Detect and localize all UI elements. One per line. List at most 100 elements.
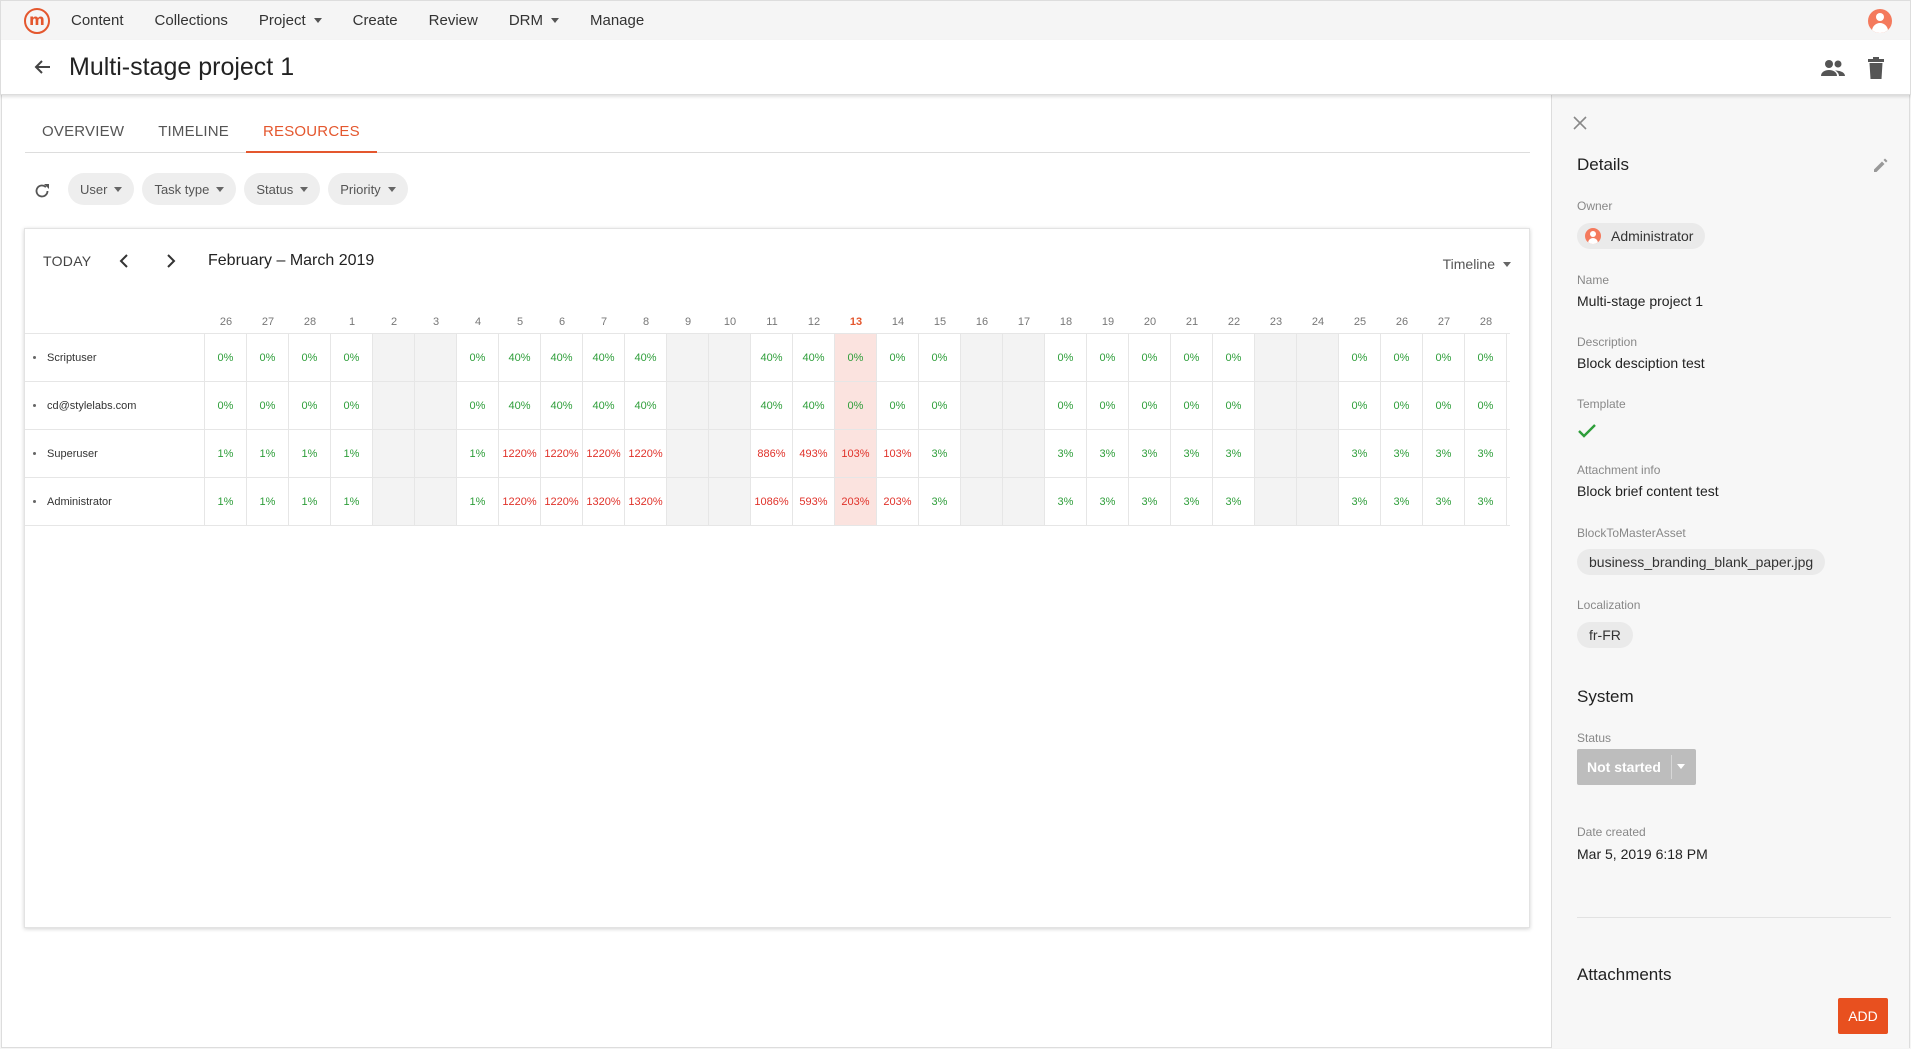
- utilization-cell[interactable]: 0%: [1213, 334, 1255, 381]
- utilization-cell[interactable]: 0%: [835, 382, 877, 429]
- utilization-cell[interactable]: 1%: [457, 478, 499, 525]
- utilization-cell[interactable]: [415, 382, 457, 429]
- utilization-cell[interactable]: 3%: [1171, 478, 1213, 525]
- utilization-cell[interactable]: 0%: [1213, 382, 1255, 429]
- utilization-cell[interactable]: [961, 430, 1003, 477]
- utilization-cell[interactable]: 0%: [457, 334, 499, 381]
- utilization-cell[interactable]: 0%: [457, 382, 499, 429]
- utilization-cell[interactable]: 0%: [289, 334, 331, 381]
- utilization-cell[interactable]: 0%: [877, 334, 919, 381]
- utilization-cell[interactable]: 3%: [1129, 478, 1171, 525]
- filter-task-type[interactable]: Task type: [142, 173, 237, 205]
- utilization-cell[interactable]: [667, 430, 709, 477]
- utilization-cell[interactable]: 103%: [835, 430, 877, 477]
- utilization-cell[interactable]: 0%: [919, 334, 961, 381]
- utilization-cell[interactable]: 3%: [1087, 430, 1129, 477]
- utilization-cell[interactable]: 203%: [877, 478, 919, 525]
- utilization-cell[interactable]: 3%: [1423, 478, 1465, 525]
- nav-item-content[interactable]: Content: [71, 12, 124, 29]
- utilization-cell[interactable]: 3%: [1171, 430, 1213, 477]
- trash-icon[interactable]: [1866, 56, 1886, 80]
- utilization-cell[interactable]: 3%: [1381, 478, 1423, 525]
- utilization-cell[interactable]: 40%: [583, 334, 625, 381]
- close-icon[interactable]: [1572, 115, 1588, 131]
- utilization-cell[interactable]: [1297, 382, 1339, 429]
- block-asset-chip[interactable]: business_branding_blank_paper.jpg: [1577, 549, 1826, 575]
- utilization-cell[interactable]: [1255, 430, 1297, 477]
- utilization-cell[interactable]: [667, 334, 709, 381]
- today-button[interactable]: TODAY: [43, 253, 91, 269]
- chevron-right-icon[interactable]: [161, 251, 181, 271]
- utilization-cell[interactable]: [415, 430, 457, 477]
- utilization-cell[interactable]: 0%: [289, 382, 331, 429]
- utilization-cell[interactable]: 0%: [1129, 382, 1171, 429]
- utilization-cell[interactable]: 3%: [1465, 478, 1507, 525]
- back-arrow-icon[interactable]: [31, 55, 55, 79]
- utilization-cell[interactable]: [415, 334, 457, 381]
- status-dropdown[interactable]: Not started: [1577, 749, 1696, 785]
- utilization-cell[interactable]: 593%: [793, 478, 835, 525]
- utilization-cell[interactable]: 0%: [877, 382, 919, 429]
- utilization-cell[interactable]: [373, 382, 415, 429]
- utilization-cell[interactable]: 1086%: [751, 478, 793, 525]
- filter-priority[interactable]: Priority: [328, 173, 408, 205]
- utilization-cell[interactable]: 0%: [835, 334, 877, 381]
- utilization-cell[interactable]: 1220%: [541, 430, 583, 477]
- utilization-cell[interactable]: 0%: [1339, 382, 1381, 429]
- utilization-cell[interactable]: 1%: [247, 478, 289, 525]
- utilization-cell[interactable]: 886%: [751, 430, 793, 477]
- filter-user[interactable]: User: [68, 173, 135, 205]
- utilization-cell[interactable]: 3%: [1465, 430, 1507, 477]
- utilization-cell[interactable]: 0%: [331, 382, 373, 429]
- utilization-cell[interactable]: 3%: [1045, 478, 1087, 525]
- nav-item-drm[interactable]: DRM: [509, 12, 559, 29]
- utilization-cell[interactable]: 0%: [1171, 382, 1213, 429]
- utilization-cell[interactable]: 0%: [247, 334, 289, 381]
- utilization-cell[interactable]: 1%: [289, 478, 331, 525]
- utilization-cell[interactable]: 0%: [1465, 334, 1507, 381]
- nav-item-manage[interactable]: Manage: [590, 12, 644, 29]
- user-avatar-icon[interactable]: [1868, 9, 1892, 33]
- utilization-cell[interactable]: 203%: [835, 478, 877, 525]
- utilization-cell[interactable]: [1255, 334, 1297, 381]
- utilization-cell[interactable]: 3%: [1213, 478, 1255, 525]
- utilization-cell[interactable]: 0%: [1339, 334, 1381, 381]
- resource-name[interactable]: cd@stylelabs.com: [25, 382, 205, 429]
- utilization-cell[interactable]: [667, 478, 709, 525]
- utilization-cell[interactable]: 0%: [1381, 382, 1423, 429]
- utilization-cell[interactable]: [415, 478, 457, 525]
- utilization-cell[interactable]: 40%: [541, 382, 583, 429]
- utilization-cell[interactable]: [961, 334, 1003, 381]
- nav-item-review[interactable]: Review: [429, 12, 478, 29]
- resource-name[interactable]: Scriptuser: [25, 334, 205, 381]
- owner-chip[interactable]: Administrator: [1577, 223, 1706, 249]
- utilization-cell[interactable]: [1003, 478, 1045, 525]
- utilization-cell[interactable]: [667, 382, 709, 429]
- utilization-cell[interactable]: [1255, 478, 1297, 525]
- utilization-cell[interactable]: [961, 382, 1003, 429]
- utilization-cell[interactable]: 3%: [1381, 430, 1423, 477]
- utilization-cell[interactable]: 40%: [751, 382, 793, 429]
- utilization-cell[interactable]: 3%: [1045, 430, 1087, 477]
- tab-timeline[interactable]: TIMELINE: [141, 113, 246, 153]
- utilization-cell[interactable]: 3%: [1423, 430, 1465, 477]
- utilization-cell[interactable]: 0%: [1087, 382, 1129, 429]
- nav-item-collections[interactable]: Collections: [155, 12, 228, 29]
- nav-item-project[interactable]: Project: [259, 12, 322, 29]
- utilization-cell[interactable]: 3%: [919, 478, 961, 525]
- utilization-cell[interactable]: 40%: [625, 382, 667, 429]
- utilization-cell[interactable]: [709, 382, 751, 429]
- utilization-cell[interactable]: 40%: [793, 334, 835, 381]
- utilization-cell[interactable]: 1%: [205, 478, 247, 525]
- utilization-cell[interactable]: [373, 478, 415, 525]
- utilization-cell[interactable]: [1297, 430, 1339, 477]
- utilization-cell[interactable]: 0%: [919, 382, 961, 429]
- utilization-cell[interactable]: 1320%: [583, 478, 625, 525]
- utilization-cell[interactable]: [373, 334, 415, 381]
- utilization-cell[interactable]: 40%: [751, 334, 793, 381]
- utilization-cell[interactable]: [1003, 430, 1045, 477]
- utilization-cell[interactable]: 0%: [1045, 382, 1087, 429]
- utilization-cell[interactable]: 40%: [793, 382, 835, 429]
- utilization-cell[interactable]: 1220%: [499, 478, 541, 525]
- utilization-cell[interactable]: 103%: [877, 430, 919, 477]
